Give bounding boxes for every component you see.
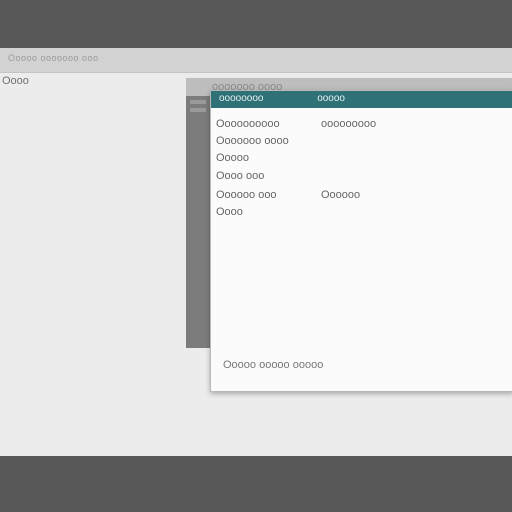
dialog-field-row: Oooooo ooo Oooooo: [216, 187, 360, 203]
dialog-title: oooooooo: [219, 93, 264, 104]
dialog-header[interactable]: oooooooo ooooo: [211, 91, 512, 108]
field-label: Oooo ooo: [216, 170, 265, 182]
field-label: Ooooooo oooo: [216, 135, 289, 147]
sidebar-row-marker: [190, 108, 206, 112]
dialog-footer-text: Ooooo ooooo ooooo: [223, 359, 324, 371]
field-label: Oooooooooo: [216, 118, 280, 130]
background-panel-sidebar: [186, 96, 210, 348]
window-titlebar[interactable]: Ooooo ooooooo ooo: [0, 48, 512, 73]
dialog-header-label: ooooo: [317, 93, 345, 104]
field-label: Ooooo: [216, 152, 250, 164]
dialog-field-row: Oooooooooo ooooooooo: [216, 116, 376, 132]
field-label: Oooooo ooo: [216, 189, 277, 201]
field-value: ooooooooo: [321, 118, 377, 130]
field-value: Oooooo: [321, 189, 361, 201]
dialog-field-row: Ooooooo oooo: [216, 133, 289, 149]
dialog-field-row: Oooo ooo: [216, 168, 264, 184]
dialog-window: oooooooo ooooo Oooooooooo ooooooooo Oooo…: [210, 90, 512, 392]
window-title: Ooooo ooooooo ooo: [8, 53, 99, 63]
left-pane-label: Oooo: [2, 75, 29, 87]
field-label: Oooo: [216, 206, 243, 218]
sidebar-row-marker: [190, 100, 206, 104]
dialog-field-row: Oooo: [216, 204, 243, 220]
dialog-field-row: Ooooo: [216, 150, 249, 166]
